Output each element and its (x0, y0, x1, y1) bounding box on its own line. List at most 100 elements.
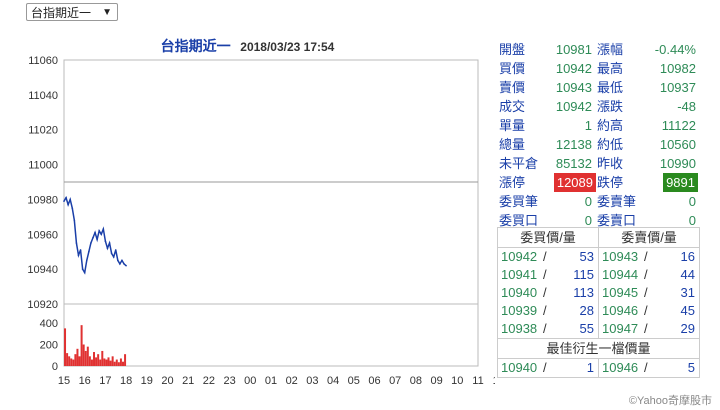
price-point (88, 250, 90, 253)
quote-row: 委買筆 0 委賣筆 0 (497, 192, 700, 211)
ask-price: 10943 (602, 249, 639, 264)
x-tick-label: 01 (265, 375, 277, 387)
x-tick-label: 05 (348, 375, 360, 387)
ask-qty: 45 (680, 303, 695, 318)
bid-qty: 53 (579, 249, 594, 264)
best-bid-price: 10940 (501, 360, 538, 375)
quote-label: 買價 (499, 61, 526, 76)
x-tick-label: 08 (410, 375, 422, 387)
copyright: ©Yahoo奇摩股市 (628, 395, 712, 407)
x-tick-label: 12 (493, 375, 495, 387)
quote-value: 10943 (555, 80, 592, 95)
quote-panel: 開盤 10981 漲幅 -0.44% 買價 10942 最高 10982 賣價 10943 最低 10… (497, 40, 700, 230)
price-point (67, 203, 69, 206)
price-point (94, 231, 96, 234)
price-line (63, 195, 127, 275)
quote-value: 10937 (659, 80, 696, 95)
plot-frame (63, 59, 479, 367)
x-tick-label: 21 (182, 375, 194, 387)
best-header: 最佳衍生一檔價量 (498, 338, 699, 359)
bid-qty: 115 (573, 267, 594, 282)
price-point (83, 271, 86, 274)
intraday-chart: 1106011040110201100010980109601094010920… (27, 55, 495, 387)
bid-price: 10940 (501, 285, 538, 300)
orderbook-header: 委買價/量 委賣價/量 (498, 228, 699, 248)
quote-value: 10942 (555, 99, 592, 114)
separator: / (543, 285, 547, 300)
x-tick-label: 03 (306, 375, 318, 387)
price-point (92, 236, 94, 239)
x-tick-label: 10 (451, 375, 463, 387)
quote-row: 成交 10942 漲跌 -48 (497, 97, 700, 116)
price-point (69, 198, 72, 201)
ask-price: 10945 (602, 285, 639, 300)
price-point (106, 247, 109, 250)
ask-price: 10946 (602, 303, 639, 318)
separator: / (543, 249, 547, 264)
separator: / (543, 360, 547, 375)
y-tick-label: 11020 (28, 125, 58, 137)
ask-qty: 44 (680, 267, 695, 282)
orderbook-row: 10941 / 115 10944 / 44 (498, 266, 699, 284)
orderbook: 委買價/量 委賣價/量 10942/53 10943/16 10941/115 109… (497, 227, 700, 378)
y-tick-label: 11060 (28, 55, 58, 67)
quote-label: 委賣筆 (597, 194, 637, 209)
quote-label: 跌停 (597, 175, 624, 190)
price-point (104, 240, 107, 243)
price-point (119, 263, 121, 265)
x-tick-label: 07 (389, 375, 401, 387)
x-tick-label: 22 (203, 375, 215, 387)
x-tick-label: 18 (120, 375, 132, 387)
x-tick-label: 06 (368, 375, 380, 387)
quote-label: 最低 (597, 80, 624, 95)
best-ask-qty: 5 (687, 360, 695, 375)
separator: / (543, 321, 547, 336)
price-point (98, 230, 100, 232)
x-tick-label: 17 (99, 375, 111, 387)
best-ask-price: 10946 (602, 360, 639, 375)
bid-price: 10941 (501, 267, 538, 282)
quote-row: 未平倉 85132 昨收 10990 (497, 154, 700, 173)
price-point (81, 268, 84, 270)
y-tick-label: 10940 (27, 264, 58, 276)
price-point (121, 259, 123, 262)
x-tick-label: 23 (223, 375, 235, 387)
price-point (65, 196, 67, 199)
orderbook-row: 10942 / 53 10943 / 16 (498, 248, 699, 266)
volume-tick-label: 200 (40, 340, 58, 352)
price-point (125, 264, 127, 267)
quote-label: 約低 (597, 137, 624, 152)
price-point (79, 249, 82, 251)
y-tick-label: 11040 (28, 90, 58, 102)
x-tick-label: 09 (430, 375, 442, 387)
quote-value: 11122 (661, 118, 696, 133)
quote-label: 單量 (499, 118, 526, 133)
quote-label: 總量 (499, 137, 526, 152)
separator: / (644, 285, 648, 300)
separator: / (644, 267, 648, 282)
quote-value: 10982 (659, 61, 696, 76)
bid-header: 委買價/量 (498, 228, 599, 247)
price-point (108, 242, 111, 244)
ask-header: 委賣價/量 (621, 230, 677, 245)
quote-row: 漲停 12089 跌停 9891 (497, 173, 700, 192)
separator: / (644, 249, 648, 264)
x-tick-label: 11 (472, 375, 483, 387)
bid-price: 10939 (501, 303, 538, 318)
x-tick-label: 19 (141, 375, 153, 387)
quote-value: 0 (584, 194, 592, 209)
quote-value: 10942 (555, 61, 592, 76)
ask-qty: 31 (680, 285, 695, 300)
price-point (96, 238, 98, 241)
price-point (123, 263, 125, 265)
bid-qty: 55 (579, 321, 594, 336)
quote-row: 總量 12138 約低 10560 (497, 135, 700, 154)
price-point (102, 228, 105, 230)
quote-label: 最高 (597, 61, 624, 76)
y-tick-label: 11000 (28, 160, 58, 172)
ask-qty: 16 (680, 249, 695, 264)
quote-value: 12138 (555, 137, 592, 152)
y-tick-label: 10960 (27, 229, 58, 241)
x-tick-label: 15 (58, 375, 70, 387)
quote-value: 10981 (555, 42, 592, 57)
